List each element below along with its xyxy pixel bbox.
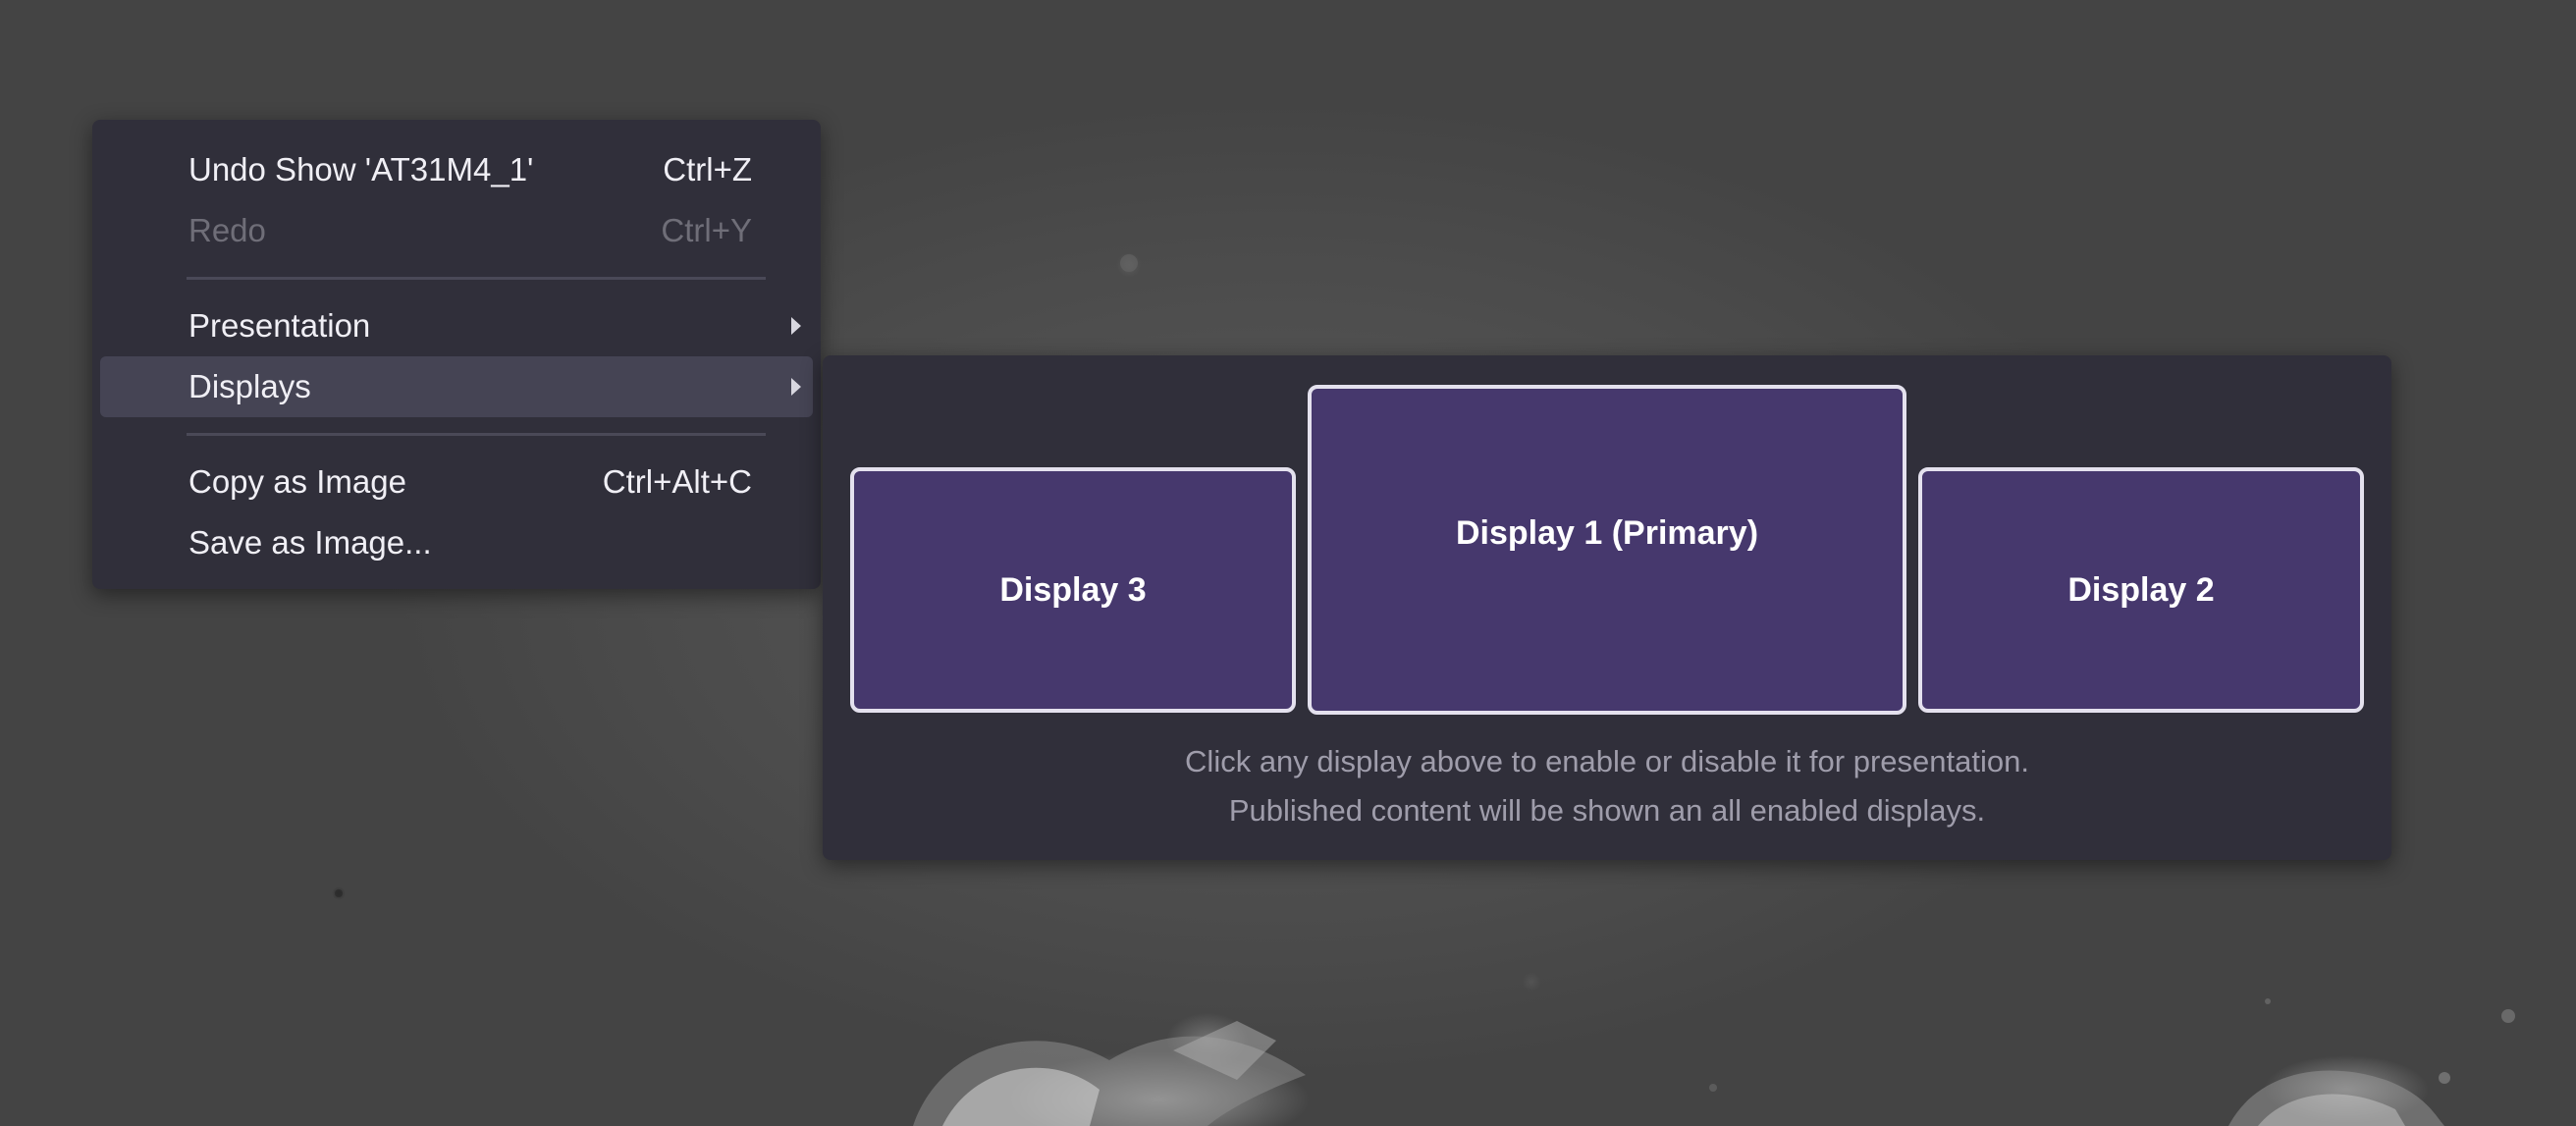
- chevron-right-icon: [791, 317, 801, 335]
- display-1-label: Display 1 (Primary): [1455, 513, 1759, 552]
- displays-hint-text: Published content will be shown an all e…: [1228, 793, 1986, 828]
- menu-item-save-as-image[interactable]: Save as Image...: [100, 512, 813, 573]
- display-1-primary-tile[interactable]: Display 1 (Primary): [1308, 385, 1906, 715]
- display-2-tile[interactable]: Display 2: [1918, 467, 2364, 713]
- display-3-tile[interactable]: Display 3: [850, 467, 1296, 713]
- menu-item-presentation-label: Presentation: [188, 307, 371, 344]
- menu-item-displays[interactable]: Displays: [100, 356, 813, 417]
- display-3-label: Display 3: [999, 570, 1147, 609]
- context-menu: Undo Show 'AT31M4_1' Ctrl+Z Redo Ctrl+Y …: [92, 120, 821, 589]
- menu-item-redo: Redo Ctrl+Y: [100, 200, 813, 261]
- menu-separator: [187, 433, 766, 436]
- menu-item-undo-label: Undo Show 'AT31M4_1': [188, 151, 534, 188]
- menu-item-redo-shortcut: Ctrl+Y: [661, 212, 752, 248]
- menu-item-copy-as-image-label: Copy as Image: [188, 463, 406, 500]
- menu-separator: [187, 277, 766, 280]
- menu-item-undo[interactable]: Undo Show 'AT31M4_1' Ctrl+Z: [100, 139, 813, 200]
- chevron-right-icon: [791, 378, 801, 396]
- menu-item-redo-label: Redo: [188, 212, 266, 248]
- menu-item-save-as-image-label: Save as Image...: [188, 524, 432, 561]
- menu-item-presentation[interactable]: Presentation: [100, 295, 813, 356]
- displays-hint-text: Click any display above to enable or dis…: [1185, 744, 2029, 778]
- displays-submenu: Display 3 Display 1 (Primary) Display 2 …: [823, 355, 2391, 860]
- menu-item-displays-label: Displays: [188, 368, 311, 404]
- display-2-label: Display 2: [2067, 570, 2215, 609]
- menu-item-copy-as-image[interactable]: Copy as Image Ctrl+Alt+C: [100, 452, 813, 512]
- menu-item-copy-as-image-shortcut: Ctrl+Alt+C: [602, 463, 752, 500]
- menu-item-undo-shortcut: Ctrl+Z: [663, 151, 752, 188]
